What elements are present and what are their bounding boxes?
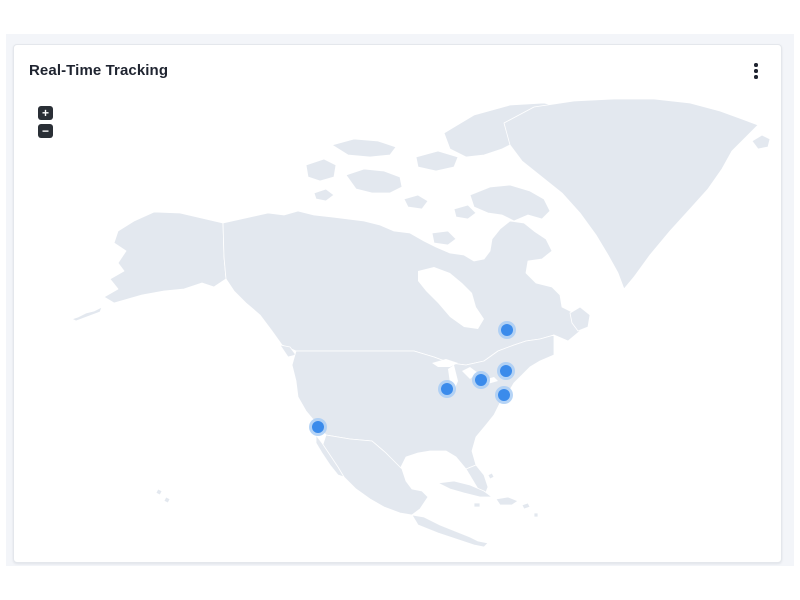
location-marker[interactable] [472,371,490,389]
region-victoria-island [345,168,403,194]
region-iceland [751,134,771,150]
map-canvas[interactable] [14,45,781,562]
region-alaska [103,211,227,304]
region-arctic-islets [313,188,477,220]
zoom-out-button[interactable]: − [38,124,53,138]
location-marker[interactable] [498,321,516,339]
zoom-in-button[interactable]: + [38,106,53,120]
region-parry-islands [331,138,397,158]
location-marker[interactable] [438,380,456,398]
tracking-card: Real-Time Tracking + − [13,44,782,563]
region-hispaniola [495,496,519,506]
location-marker[interactable] [497,362,515,380]
region-central-america [411,514,489,548]
region-southampton-island [431,230,457,246]
region-greenland [503,98,759,290]
region-hawaii [155,488,171,504]
region-aleutians [71,306,103,322]
region-banks-island [305,158,337,182]
location-marker[interactable] [495,386,513,404]
location-marker[interactable] [309,418,327,436]
region-devon-island [415,150,459,172]
region-baffin-island [469,184,551,222]
